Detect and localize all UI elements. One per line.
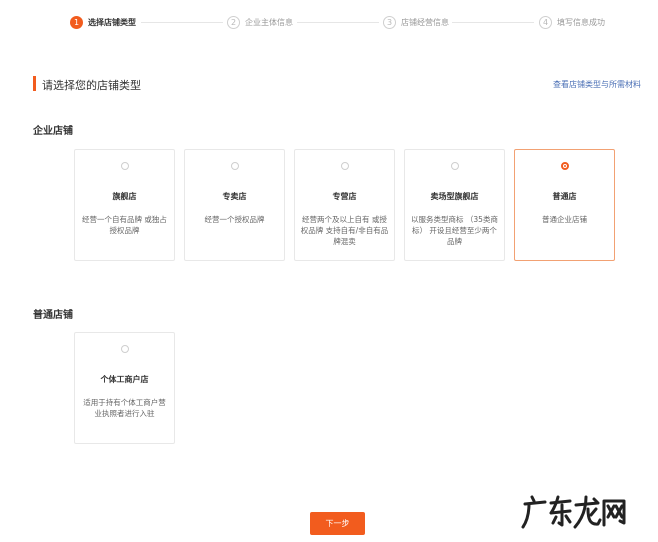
radio-button-selected[interactable] xyxy=(561,162,569,170)
normal-group-title: 普通店铺 xyxy=(33,310,73,321)
card-description: 适用于持有个体工商户营业执照者进行入驻 xyxy=(83,398,166,418)
card-title: 专卖店 xyxy=(222,192,247,201)
step-number: 4 xyxy=(539,15,552,29)
card-description: 普通企业店铺 xyxy=(542,215,587,224)
step-4: 4 填写信息成功 xyxy=(539,14,605,30)
radio-button[interactable] xyxy=(121,345,129,353)
radio-button[interactable] xyxy=(231,162,239,170)
progress-stepper: 1 选择店铺类型 2 企业主体信息 3 店铺经营信息 4 填写信息成功 xyxy=(0,14,658,32)
step-label: 选择店铺类型 xyxy=(88,17,136,27)
step-label: 填写信息成功 xyxy=(557,17,605,27)
card-title: 普通店 xyxy=(552,192,577,201)
store-type-card-mall-flagship[interactable]: 卖场型旗舰店 以服务类型商标 （35类商标） 开设且经营至少两个品牌 xyxy=(404,149,505,261)
enterprise-group-title: 企业店铺 xyxy=(33,126,73,137)
step-1: 1 选择店铺类型 xyxy=(70,14,136,30)
card-title: 专营店 xyxy=(332,192,357,201)
radio-button[interactable] xyxy=(341,162,349,170)
store-type-card-exclusive[interactable]: 专卖店 经营一个授权品牌 xyxy=(184,149,285,261)
section-header: 请选择您的店铺类型 查看店铺类型与所需材料 xyxy=(33,76,641,92)
card-title: 卖场型旗舰店 xyxy=(430,192,479,201)
card-title: 个体工商户店 xyxy=(100,375,149,384)
store-type-card-individual[interactable]: 个体工商户店 适用于持有个体工商户营业执照者进行入驻 xyxy=(74,332,175,444)
card-description: 经营一个授权品牌 xyxy=(204,215,265,224)
accent-bar xyxy=(33,76,36,91)
step-connector xyxy=(141,22,223,23)
radio-button[interactable] xyxy=(451,162,459,170)
step-number: 2 xyxy=(227,15,240,29)
step-connector xyxy=(452,22,534,23)
step-label: 企业主体信息 xyxy=(245,17,293,27)
step-number: 3 xyxy=(383,15,396,29)
store-type-card-flagship[interactable]: 旗舰店 经营一个自有品牌 或独占授权品牌 xyxy=(74,149,175,261)
step-2: 2 企业主体信息 xyxy=(227,14,293,30)
store-type-card-specialty[interactable]: 专营店 经营两个及以上自有 或授权品牌 支持自有/非自有品牌混卖 xyxy=(294,149,395,261)
card-description: 经营两个及以上自有 或授权品牌 支持自有/非自有品牌混卖 xyxy=(300,215,389,246)
card-description: 以服务类型商标 （35类商标） 开设且经营至少两个品牌 xyxy=(411,215,498,246)
step-3: 3 店铺经营信息 xyxy=(383,14,449,30)
step-connector xyxy=(297,22,379,23)
watermark-logo xyxy=(521,495,626,529)
store-types-materials-link[interactable]: 查看店铺类型与所需材料 xyxy=(553,79,641,90)
next-step-button[interactable]: 下一步 xyxy=(310,512,365,535)
store-type-card-regular[interactable]: 普通店 普通企业店铺 xyxy=(514,149,615,261)
radio-button[interactable] xyxy=(121,162,129,170)
card-description: 经营一个自有品牌 或独占授权品牌 xyxy=(82,215,167,235)
card-title: 旗舰店 xyxy=(112,192,137,201)
step-label: 店铺经营信息 xyxy=(401,17,449,27)
page-title: 请选择您的店铺类型 xyxy=(42,79,141,92)
step-number: 1 xyxy=(70,15,83,29)
